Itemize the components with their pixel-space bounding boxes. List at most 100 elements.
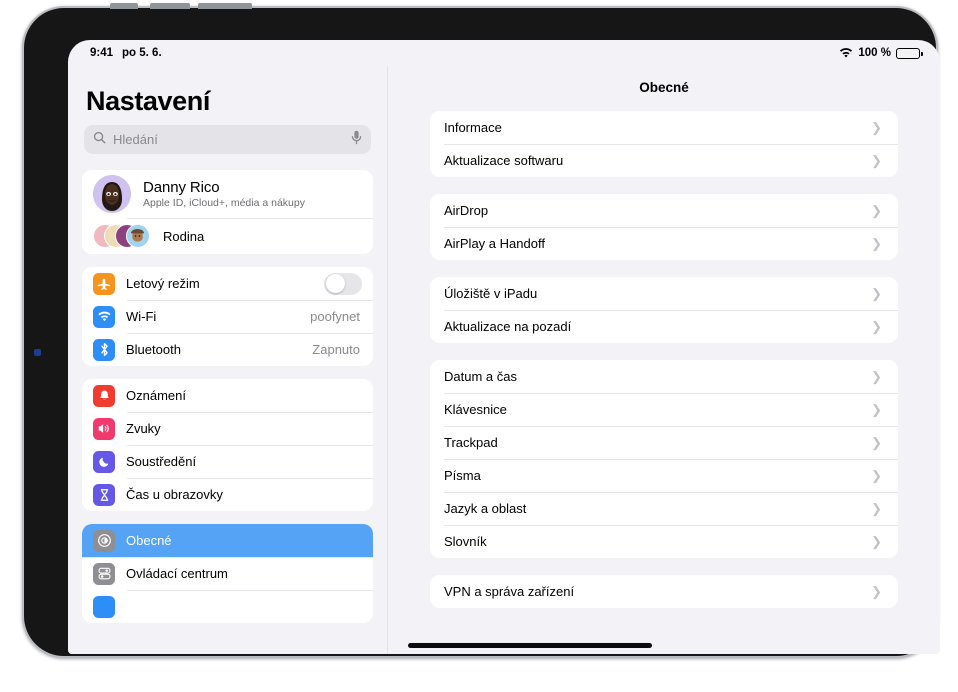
chevron-right-icon: ❯ [871,154,884,167]
sidebar-item-control-center[interactable]: Ovládací centrum [82,557,373,590]
detail-row-label: Úložiště v iPadu [444,286,871,301]
sidebar-item-notifications[interactable]: Oznámení [82,379,373,412]
status-bar: 9:41 po 5. 6. 100 % [68,40,940,66]
sidebar-item-airplane-mode[interactable]: Letový režim [82,267,373,300]
sidebar-item-label: Ovládací centrum [126,566,362,581]
wifi-icon [839,48,853,59]
chevron-right-icon: ❯ [871,320,884,333]
sidebar-item-bluetooth[interactable]: Bluetooth Zapnuto [82,333,373,366]
bell-icon [93,385,115,407]
home-indicator[interactable] [408,643,652,648]
general-group: Obecné Ovládací cent [82,524,373,623]
hourglass-icon [93,484,115,506]
chevron-right-icon: ❯ [871,585,884,598]
detail-row-keyboard[interactable]: Klávesnice ❯ [430,393,898,426]
sidebar-item-focus[interactable]: Soustředění [82,445,373,478]
battery-icon [896,48,920,59]
account-subtitle: Apple ID, iCloud+, média a nákupy [143,197,305,209]
sidebar-item-label: Wi-Fi [126,309,310,324]
detail-row-software-update[interactable]: Aktualizace softwaru ❯ [430,144,898,177]
sidebar-item-general[interactable]: Obecné [82,524,373,557]
status-time: 9:41 [90,47,113,59]
chevron-right-icon: ❯ [871,436,884,449]
detail-row-fonts[interactable]: Písma ❯ [430,459,898,492]
gear-icon [93,530,115,552]
chevron-right-icon: ❯ [871,403,884,416]
account-row[interactable]: Danny Rico Apple ID, iCloud+, média a ná… [82,170,373,218]
sidebar-item-sounds[interactable]: Zvuky [82,412,373,445]
chevron-right-icon: ❯ [871,204,884,217]
detail-row-language-region[interactable]: Jazyk a oblast ❯ [430,492,898,525]
detail-group-vpn: VPN a správa zařízení ❯ [430,575,898,608]
detail-row-ipad-storage[interactable]: Úložiště v iPadu ❯ [430,277,898,310]
connectivity-group: Letový režim Wi-Fi [82,267,373,366]
detail-row-label: Slovník [444,534,871,549]
wifi-value: poofynet [310,309,362,324]
sidebar-item-label: Oznámení [126,388,362,403]
detail-group-storage: Úložiště v iPadu ❯ Aktualizace na pozadí… [430,277,898,343]
detail-row-airplay-handoff[interactable]: AirPlay a Handoff ❯ [430,227,898,260]
search-input[interactable]: Hledání [84,125,371,154]
family-row[interactable]: Rodina [82,218,373,254]
detail-row-label: Aktualizace na pozadí [444,319,871,334]
family-avatars [93,224,151,248]
sidebar-item-label: Zvuky [126,421,362,436]
sidebar-item-label: Obecné [126,533,362,548]
detail-title: Obecné [388,66,940,111]
detail-row-label: Jazyk a oblast [444,501,871,516]
detail-content: Informace ❯ Aktualizace softwaru ❯ AirDr… [388,111,940,608]
detail-row-about[interactable]: Informace ❯ [430,111,898,144]
general-detail-pane: Obecné Informace ❯ Aktualizace softwaru … [388,66,940,654]
account-text: Danny Rico Apple ID, iCloud+, média a ná… [143,179,305,209]
page-title: Nastavení [82,66,373,125]
battery-percent: 100 % [858,47,891,59]
device-button-top-1[interactable] [110,3,138,9]
detail-row-label: Datum a čas [444,369,871,384]
detail-row-vpn-device-management[interactable]: VPN a správa zařízení ❯ [430,575,898,608]
detail-row-date-time[interactable]: Datum a čas ❯ [430,360,898,393]
status-bar-right: 100 % [839,47,920,59]
account-group: Danny Rico Apple ID, iCloud+, média a ná… [82,170,373,254]
microphone-icon[interactable] [351,130,362,150]
chevron-right-icon: ❯ [871,469,884,482]
detail-row-background-refresh[interactable]: Aktualizace na pozadí ❯ [430,310,898,343]
notifications-group: Oznámení Zvuky [82,379,373,511]
detail-row-dictionary[interactable]: Slovník ❯ [430,525,898,558]
detail-row-label: Informace [444,120,871,135]
sidebar-item-screen-time[interactable]: Čas u obrazovky [82,478,373,511]
bluetooth-value: Zapnuto [312,342,362,357]
airplane-mode-toggle[interactable] [324,273,362,295]
detail-group-input: Datum a čas ❯ Klávesnice ❯ Trackpad ❯ [430,360,898,558]
chevron-right-icon: ❯ [871,535,884,548]
split-view: Nastavení Hledání [68,66,940,654]
account-name: Danny Rico [143,179,305,196]
sidebar-item-wifi[interactable]: Wi-Fi poofynet [82,300,373,333]
family-label: Rodina [163,229,362,244]
detail-row-trackpad[interactable]: Trackpad ❯ [430,426,898,459]
detail-row-label: VPN a správa zařízení [444,584,871,599]
wifi-icon [93,306,115,328]
moon-icon [93,451,115,473]
sidebar-item-partial[interactable] [82,590,373,623]
device-button-top-3[interactable] [198,3,252,9]
ipad-device-frame: 9:41 po 5. 6. 100 % [22,6,938,658]
family-avatar-4 [126,224,150,248]
speaker-icon [93,418,115,440]
chevron-right-icon: ❯ [871,502,884,515]
display-icon [93,596,115,618]
detail-row-airdrop[interactable]: AirDrop ❯ [430,194,898,227]
detail-row-label: Písma [444,468,871,483]
status-date: po 5. 6. [122,47,162,59]
memoji-avatar [93,175,131,213]
detail-group-sharing: AirDrop ❯ AirPlay a Handoff ❯ [430,194,898,260]
sidebar-item-label: Bluetooth [126,342,312,357]
search-icon [93,131,106,149]
settings-sidebar[interactable]: Nastavení Hledání [68,66,388,654]
device-button-top-2[interactable] [150,3,190,9]
sidebar-item-label: Čas u obrazovky [126,487,362,502]
chevron-right-icon: ❯ [871,121,884,134]
detail-row-label: AirPlay a Handoff [444,236,871,251]
ipad-screen: 9:41 po 5. 6. 100 % [68,40,940,654]
device-left-indicator [34,349,41,356]
bluetooth-icon [93,339,115,361]
